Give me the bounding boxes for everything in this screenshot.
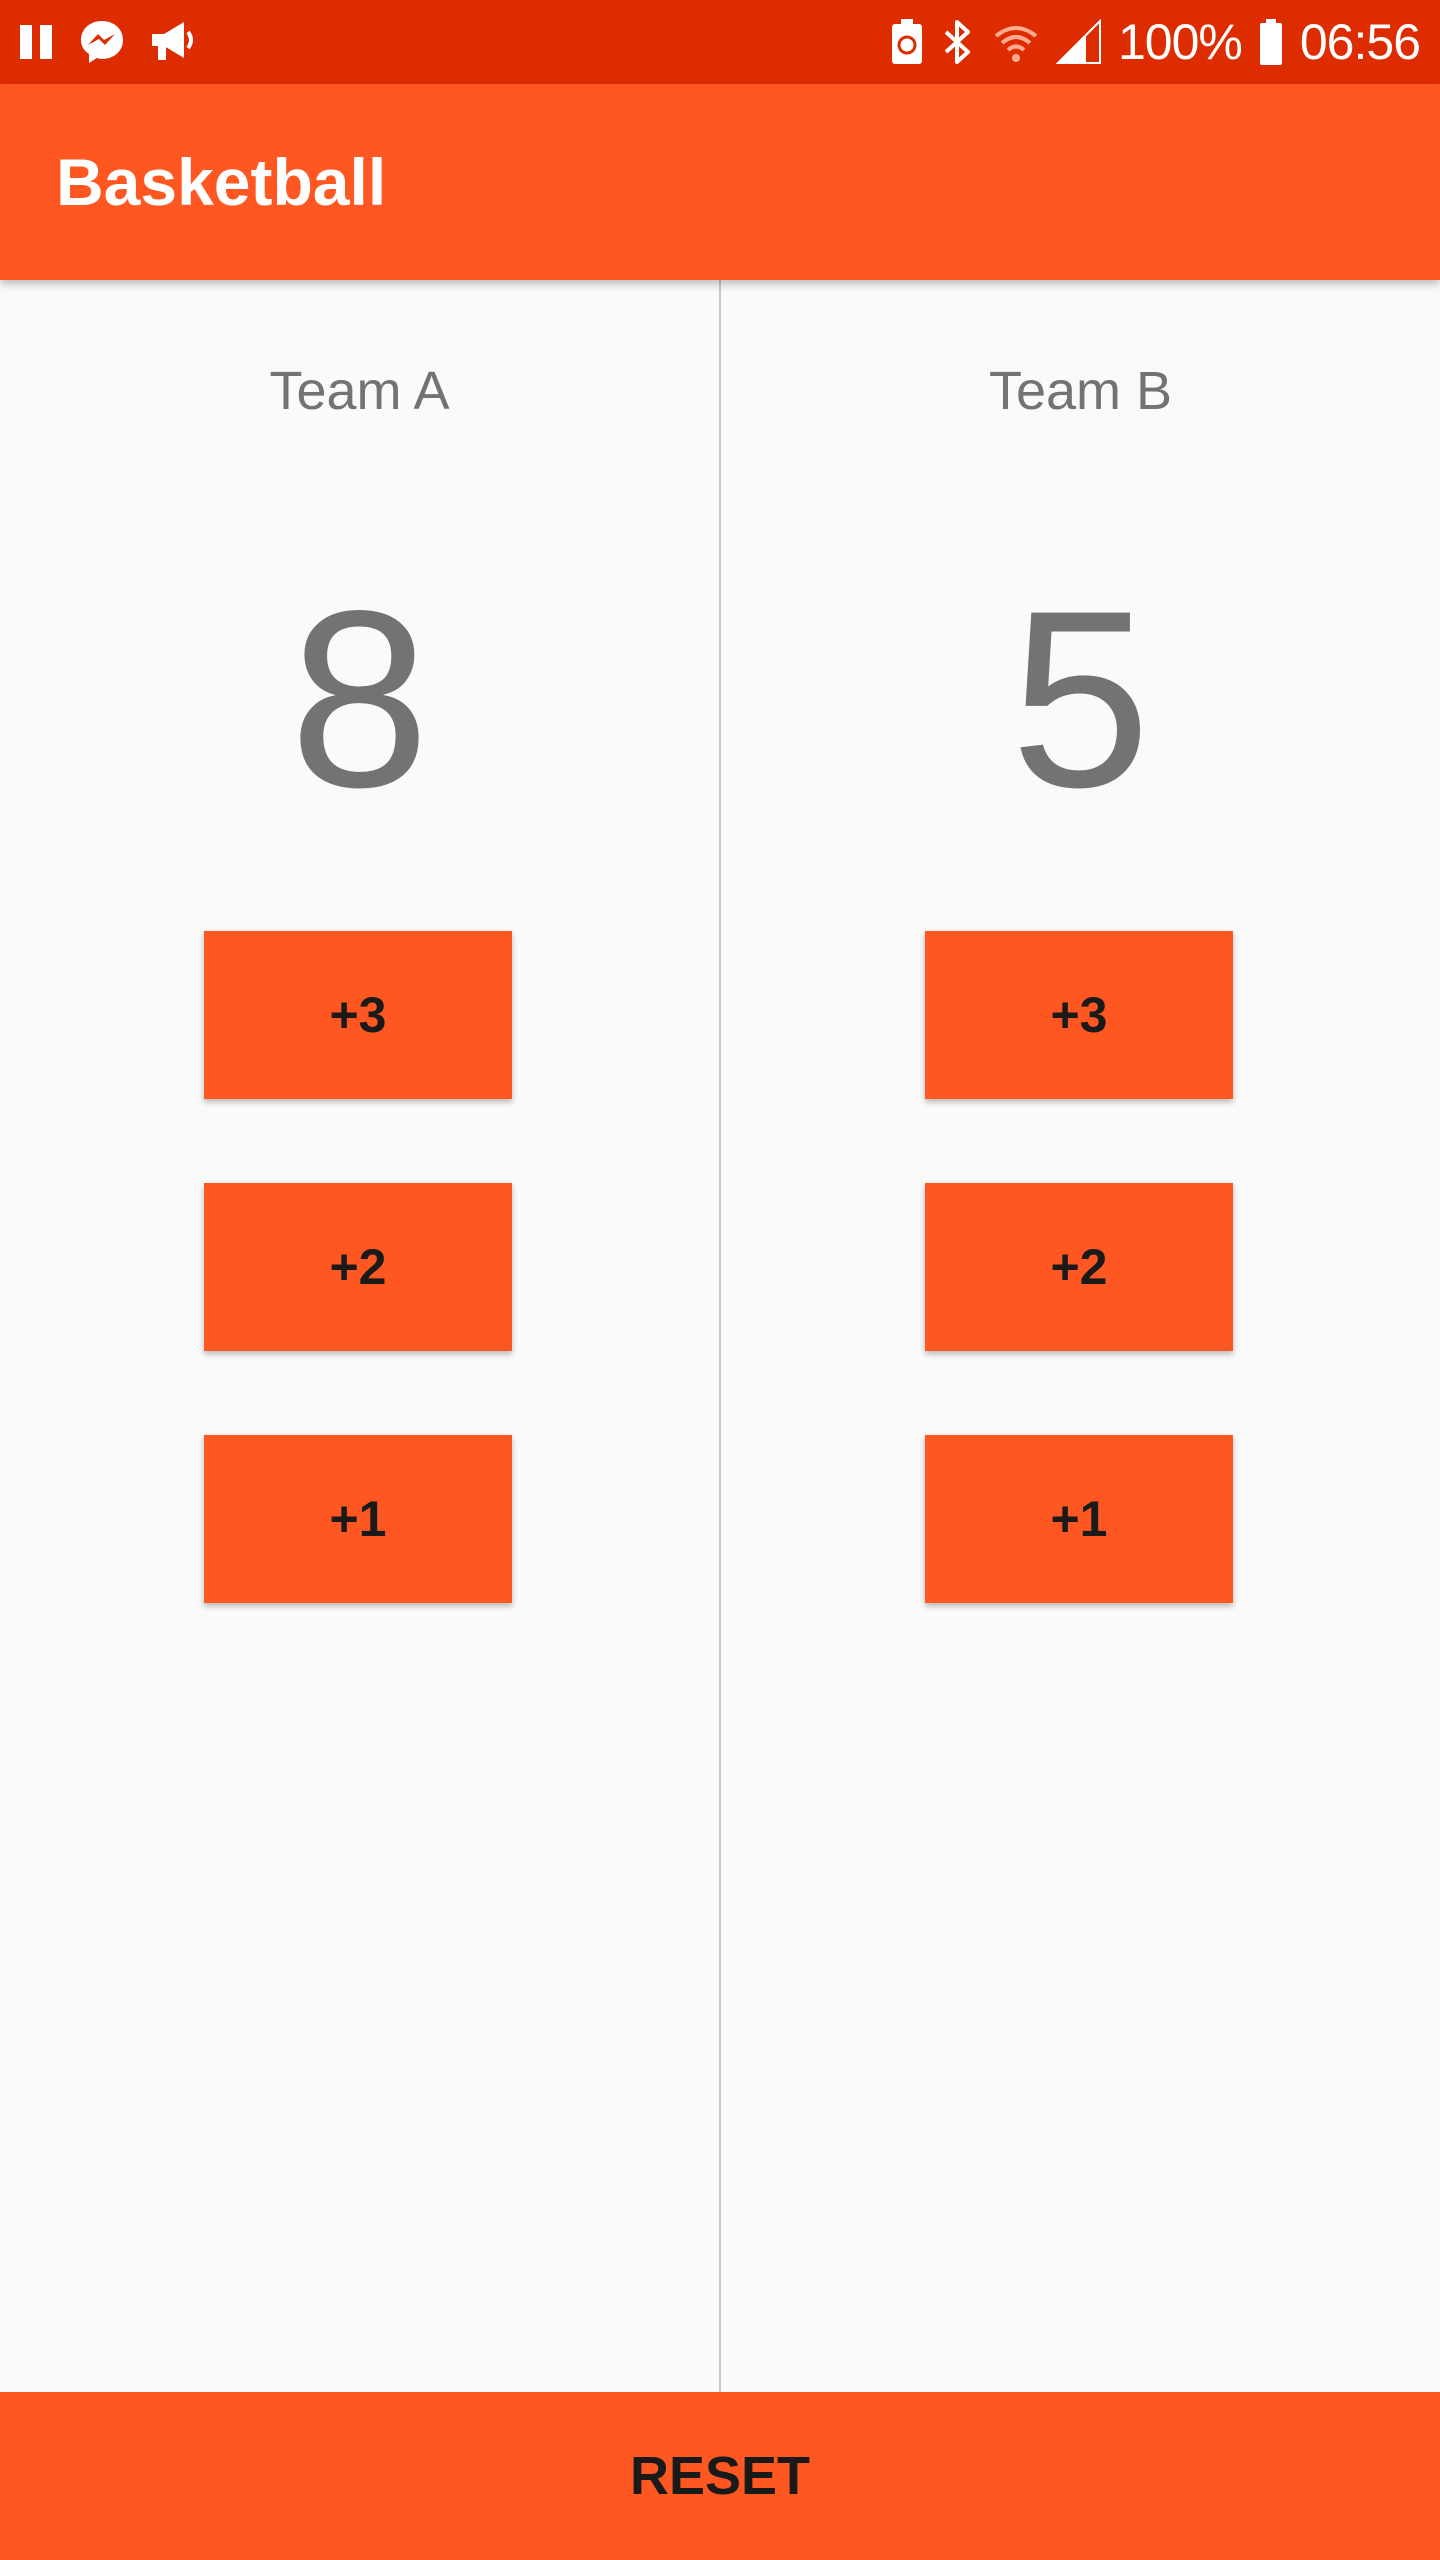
team-a-panel: Team A 8 +3 +2 +1 <box>0 280 719 2392</box>
messenger-icon <box>78 18 126 66</box>
team-b-plus-1-button[interactable]: +1 <box>925 1435 1233 1603</box>
app-title: Basketball <box>56 145 387 219</box>
battery-icon <box>1258 18 1284 66</box>
battery-saver-icon <box>890 18 924 66</box>
battery-percentage: 100% <box>1117 14 1243 70</box>
pause-icon <box>18 23 56 61</box>
app-bar: Basketball <box>0 84 1440 280</box>
team-a-score: 8 <box>289 559 430 840</box>
team-a-name: Team A <box>269 361 450 421</box>
team-b-score: 5 <box>1010 559 1151 840</box>
status-bar-notifications <box>18 0 198 84</box>
clock: 06:56 <box>1299 14 1421 70</box>
signal-icon <box>1055 19 1102 65</box>
status-bar-system: 100% 06:56 <box>890 0 1421 84</box>
team-a-plus-2-button[interactable]: +2 <box>204 1183 512 1351</box>
team-a-plus-3-button[interactable]: +3 <box>204 931 512 1099</box>
team-b-name: Team B <box>988 361 1173 421</box>
team-b-plus-2-button[interactable]: +2 <box>925 1183 1233 1351</box>
status-bar: 100% 06:56 <box>0 0 1440 84</box>
reset-button[interactable]: RESET <box>0 2392 1440 2560</box>
megaphone-icon <box>148 18 198 66</box>
team-b-plus-3-button[interactable]: +3 <box>925 931 1233 1099</box>
wifi-icon <box>992 18 1040 66</box>
team-b-panel: Team B 5 +3 +2 +1 <box>721 280 1440 2392</box>
team-a-plus-1-button[interactable]: +1 <box>204 1435 512 1603</box>
bluetooth-icon <box>940 18 976 66</box>
